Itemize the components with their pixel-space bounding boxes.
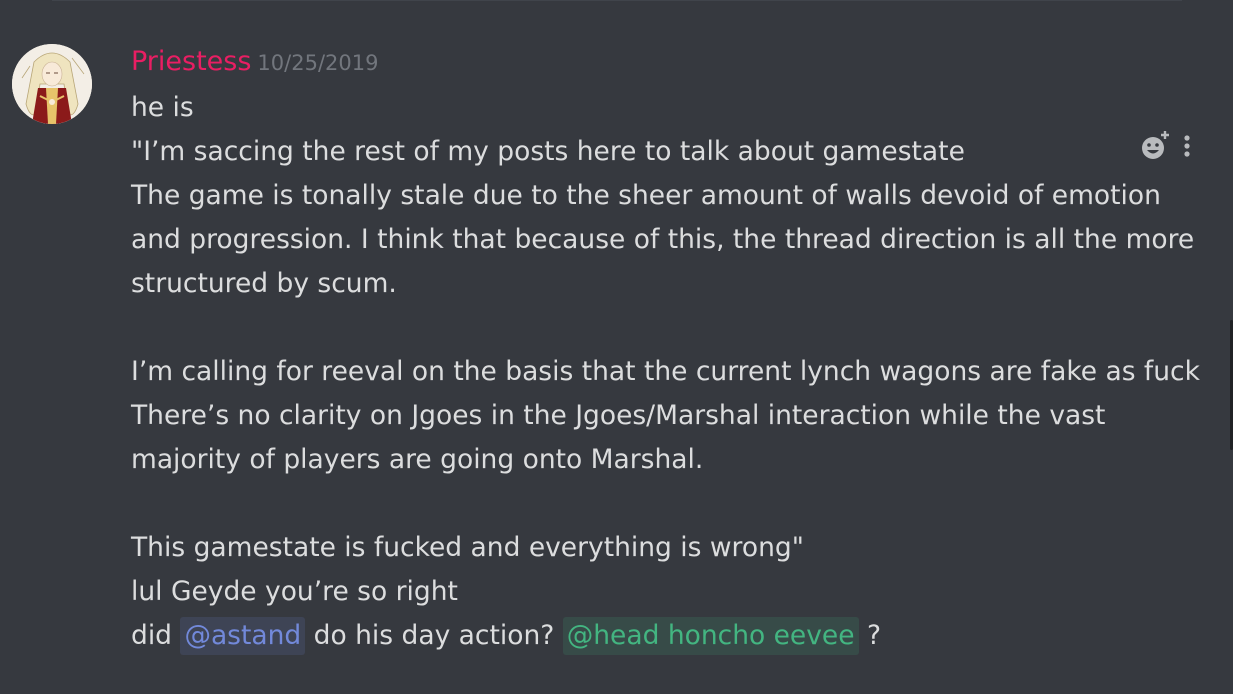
message-line-blank <box>131 482 1201 526</box>
role-mention[interactable]: @head honcho eevee <box>562 617 859 655</box>
message-line: and progression. I think that because of… <box>131 224 1195 255</box>
message-line-blank <box>131 306 1201 350</box>
author-username[interactable]: Priestess <box>131 46 251 77</box>
message-line: I’m calling for reeval on the basis that… <box>131 356 1200 387</box>
more-vertical-icon <box>1184 135 1190 157</box>
message-line: There’s no clarity on Jgoes in the Jgoes… <box>131 400 1106 431</box>
message-timestamp: 10/25/2019 <box>257 51 379 75</box>
message-header: Priestess 10/25/2019 <box>131 46 378 82</box>
message-line: he is <box>131 92 194 123</box>
chat-message: Priestess 10/25/2019 he is "I’m saccing t… <box>0 0 1233 694</box>
user-mention[interactable]: @astand <box>180 617 306 655</box>
message-line-with-mentions: did @astand do his day action? @head hon… <box>131 614 1201 658</box>
message-line: majority of players are going onto Marsh… <box>131 444 704 475</box>
message-line: lul Geyde you’re so right <box>131 576 458 607</box>
message-line: The game is tonally stale due to the she… <box>131 180 1161 211</box>
message-text: did <box>131 620 181 651</box>
add-reaction-button[interactable] <box>1138 128 1174 164</box>
message-hover-actions <box>1138 128 1204 164</box>
more-options-button[interactable] <box>1178 128 1196 164</box>
message-line: structured by scum. <box>131 268 397 299</box>
avatar[interactable] <box>12 44 92 124</box>
message-content: he is "I’m saccing the rest of my posts … <box>131 86 1201 658</box>
add-reaction-icon <box>1142 130 1170 159</box>
message-line: "I’m saccing the rest of my posts here t… <box>131 136 965 167</box>
avatar-image <box>12 44 92 124</box>
message-text: do his day action? <box>305 620 563 651</box>
message-text: ? <box>858 620 882 651</box>
message-line: This gamestate is fucked and everything … <box>131 532 804 563</box>
